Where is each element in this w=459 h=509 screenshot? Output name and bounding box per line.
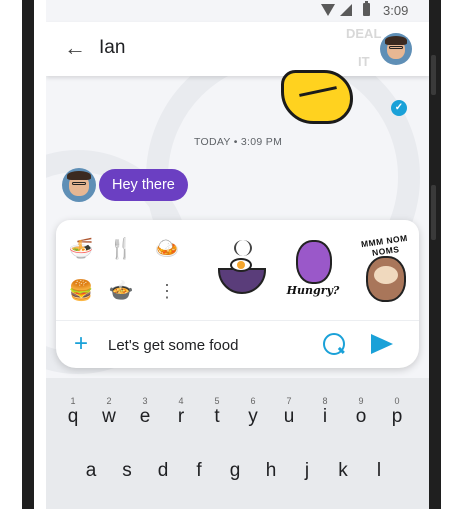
signal-icon [340, 4, 352, 16]
key-label: q [67, 406, 79, 427]
key-number-hint: 4 [178, 396, 184, 406]
lens-search-icon[interactable] [323, 333, 345, 355]
key-l[interactable]: l [364, 456, 394, 492]
device-bezel-left [0, 0, 34, 509]
key-e[interactable]: 3e [130, 396, 160, 432]
key-label: w [102, 406, 116, 427]
key-number-hint: 0 [394, 396, 400, 406]
key-label: l [376, 460, 382, 481]
battery-icon [363, 1, 370, 16]
keyboard: 1q2w3e4r5t6y7u8i9o0pasdfghjkl [46, 378, 429, 509]
key-label: u [283, 406, 295, 427]
key-g[interactable]: g [220, 456, 250, 492]
key-k[interactable]: k [328, 456, 358, 492]
key-number-hint: 8 [322, 396, 328, 406]
curry-rice-icon[interactable]: 🍛 [154, 236, 180, 262]
conversation-timestamp: TODAY • 3:09 PM [194, 136, 283, 148]
wifi-icon [321, 4, 335, 16]
key-number-hint: 3 [142, 396, 148, 406]
key-u[interactable]: 7u [274, 396, 304, 432]
power-button [431, 185, 436, 240]
sloth-nom-sticker[interactable]: MMM NOM NOMS [354, 233, 416, 310]
contact-name: Ian [99, 37, 126, 58]
key-i[interactable]: 8i [310, 396, 340, 432]
key-label: h [265, 460, 277, 481]
key-number-hint: 2 [106, 396, 112, 406]
key-label: p [391, 406, 403, 427]
more-vertical-icon[interactable]: ⋮ [154, 278, 180, 304]
key-number-hint: 1 [70, 396, 76, 406]
key-f[interactable]: f [184, 456, 214, 492]
key-h[interactable]: h [256, 456, 286, 492]
key-label: k [338, 460, 348, 481]
status-bar: 3:09 [46, 0, 429, 22]
send-icon[interactable] [371, 334, 393, 354]
key-label: y [248, 406, 258, 427]
key-j[interactable]: j [292, 456, 322, 492]
key-t[interactable]: 5t [202, 396, 232, 432]
key-label: e [139, 406, 151, 427]
key-label: r [177, 406, 185, 427]
read-receipt-icon: ✓ [391, 100, 407, 116]
volume-button [431, 55, 436, 95]
key-label: f [196, 460, 202, 481]
message-input[interactable]: Let's get some food [108, 337, 238, 354]
key-p[interactable]: 0p [382, 396, 412, 432]
sent-sticker[interactable] [281, 60, 371, 128]
divider [56, 320, 419, 321]
fork-knife-icon[interactable]: 🍴 [108, 236, 134, 262]
key-label: a [85, 460, 97, 481]
key-label: d [157, 460, 169, 481]
soup-bowl-icon[interactable]: 🍲 [108, 278, 134, 304]
key-number-hint: 9 [358, 396, 364, 406]
key-y[interactable]: 6y [238, 396, 268, 432]
key-number-hint: 7 [286, 396, 292, 406]
key-label: t [214, 406, 220, 427]
key-r[interactable]: 4r [166, 396, 196, 432]
device-bezel-right [429, 0, 459, 509]
status-time: 3:09 [383, 3, 409, 18]
key-d[interactable]: d [148, 456, 178, 492]
key-w[interactable]: 2w [94, 396, 124, 432]
key-number-hint: 5 [214, 396, 220, 406]
key-label: g [229, 460, 241, 481]
key-label: o [355, 406, 367, 427]
burger-icon[interactable]: 🍔 [68, 278, 94, 304]
key-label: j [304, 460, 310, 481]
emoji-suggestions: 🍜 🍴 🍛 🍔 🍲 ⋮ [64, 234, 200, 314]
key-number-hint: 6 [250, 396, 256, 406]
sender-avatar[interactable] [62, 168, 96, 202]
ramen-bowl-icon[interactable]: 🍜 [68, 236, 94, 262]
hungry-monster-sticker[interactable]: Hungry? [282, 238, 344, 310]
incoming-message-bubble[interactable]: Hey there [99, 169, 188, 201]
key-label: s [122, 460, 132, 481]
watermark-text: DEAL [346, 26, 382, 41]
key-o[interactable]: 9o [346, 396, 376, 432]
back-arrow-icon[interactable]: ← [64, 37, 86, 59]
ramen-sticker[interactable] [212, 238, 274, 310]
phone-screen: 3:09 ← Ian DEAL IT ✓ TODAY • 3:09 PM Hey… [46, 0, 429, 509]
suggestion-tray: 🍜 🍴 🍛 🍔 🍲 ⋮ Hungry? MMM NOM NOMS + Let's… [56, 220, 419, 368]
key-q[interactable]: 1q [58, 396, 88, 432]
key-a[interactable]: a [76, 456, 106, 492]
key-s[interactable]: s [112, 456, 142, 492]
sticker-caption: Hungry? [286, 284, 340, 297]
key-label: i [322, 406, 328, 427]
add-attachment-icon[interactable]: + [74, 332, 88, 356]
